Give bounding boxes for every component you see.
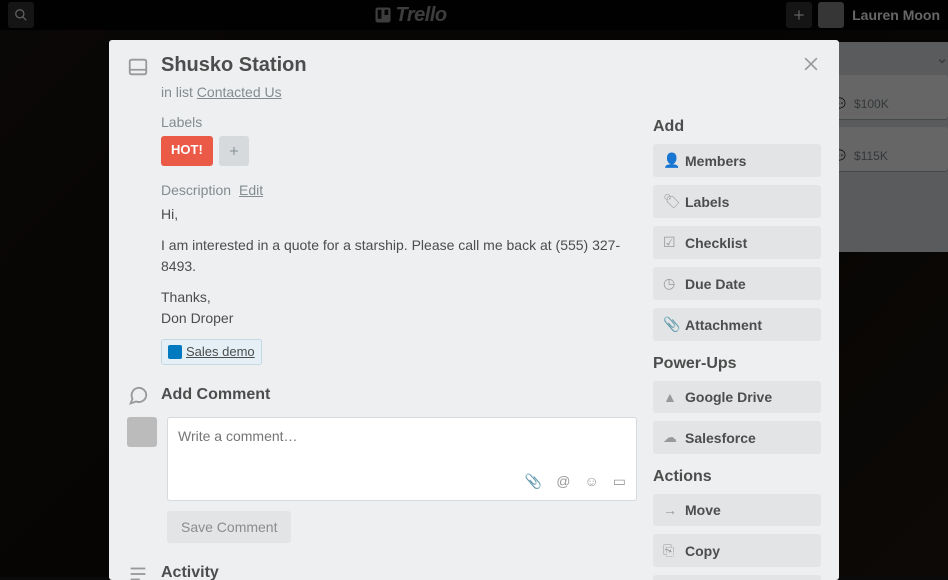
card-icon — [127, 56, 149, 78]
add-members-button[interactable]: 👤Members — [653, 144, 821, 177]
clock-icon: ◷ — [663, 275, 677, 292]
add-duedate-button[interactable]: ◷Due Date — [653, 267, 821, 300]
emoji-icon[interactable]: ☺ — [584, 473, 598, 490]
comment-icon — [127, 385, 149, 407]
comment-input[interactable] — [178, 428, 626, 460]
add-attachment-button[interactable]: 📎Attachment — [653, 308, 821, 341]
description-heading: Description — [161, 182, 231, 198]
modal-overlay[interactable]: Shusko Station in list Contacted Us Labe… — [0, 0, 948, 577]
close-button[interactable] — [801, 54, 821, 74]
labels-icon: 🏷 — [663, 193, 677, 210]
members-icon: 👤 — [663, 152, 677, 169]
add-label-button[interactable] — [219, 136, 249, 166]
close-icon — [801, 54, 821, 74]
mention-icon[interactable]: @ — [556, 473, 570, 490]
attach-icon[interactable]: 📎 — [525, 473, 542, 490]
description-body[interactable]: Hi, I am interested in a quote for a sta… — [161, 204, 637, 365]
powerup-salesforce-button[interactable]: ☁Salesforce — [653, 421, 821, 454]
copy-icon: ⎘ — [663, 542, 677, 559]
action-subscribe-button[interactable]: 👁Subscribe — [653, 575, 821, 580]
avatar — [127, 417, 157, 447]
powerup-googledrive-button[interactable]: ▲Google Drive — [653, 381, 821, 413]
activity-icon — [127, 563, 149, 580]
arrow-right-icon: → — [663, 502, 677, 518]
action-move-button[interactable]: →Move — [653, 494, 821, 526]
attachment-icon: 📎 — [663, 316, 677, 333]
trello-icon — [168, 345, 182, 359]
powerups-heading: Power-Ups — [653, 355, 821, 373]
attachment-chip[interactable]: Sales demo — [161, 339, 262, 365]
googledrive-icon: ▲ — [663, 389, 677, 405]
action-copy-button[interactable]: ⎘Copy — [653, 534, 821, 567]
add-heading: Add — [653, 118, 821, 136]
card-icon[interactable]: ▭ — [613, 473, 626, 490]
actions-heading: Actions — [653, 468, 821, 486]
add-labels-button[interactable]: 🏷Labels — [653, 185, 821, 218]
salesforce-icon: ☁ — [663, 429, 677, 446]
labels-heading: Labels — [161, 114, 637, 130]
edit-description-link[interactable]: Edit — [239, 182, 263, 198]
activity-heading: Activity — [161, 564, 219, 580]
list-link[interactable]: Contacted Us — [197, 84, 282, 100]
add-checklist-button[interactable]: ☑Checklist — [653, 226, 821, 259]
plus-icon — [228, 145, 240, 157]
card-modal: Shusko Station in list Contacted Us Labe… — [109, 40, 839, 580]
save-comment-button[interactable]: Save Comment — [167, 511, 291, 543]
comment-box[interactable]: 📎 @ ☺ ▭ — [167, 417, 637, 501]
add-comment-heading: Add Comment — [161, 386, 270, 404]
card-list-location: in list Contacted Us — [161, 84, 821, 100]
checklist-icon: ☑ — [663, 234, 677, 251]
card-title[interactable]: Shusko Station — [161, 54, 307, 77]
label-chip-hot[interactable]: HOT! — [161, 136, 213, 166]
